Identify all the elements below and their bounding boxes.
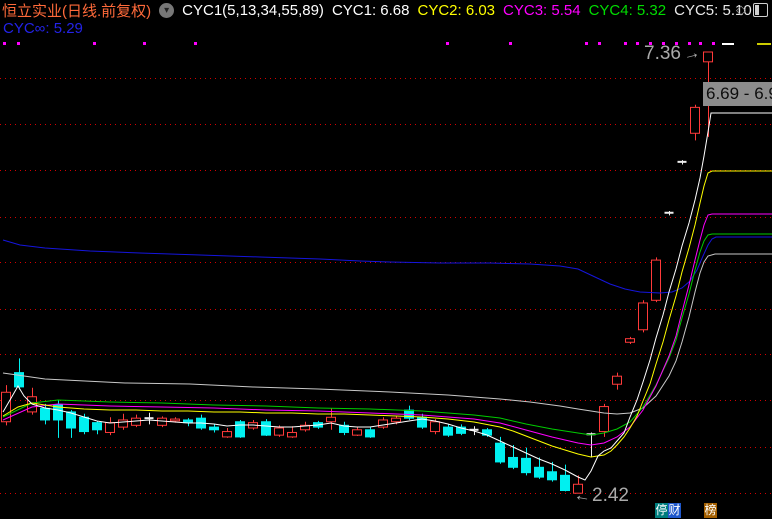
candle-up: [119, 420, 128, 427]
badge-cai[interactable]: 财: [668, 503, 681, 518]
signal-dot: [636, 42, 639, 45]
candle-up: [704, 52, 713, 62]
candlestick-chart[interactable]: [0, 0, 772, 519]
signal-dot: [143, 42, 146, 45]
candle-up: [626, 339, 635, 343]
signal-dot: [585, 42, 588, 45]
chevron-down-icon[interactable]: ▾: [159, 3, 174, 18]
signal-dot: [712, 42, 715, 45]
signal-dot: [17, 42, 20, 45]
high-price-label: 7.36: [644, 43, 681, 64]
signal-dot: [93, 42, 96, 45]
stock-chart-window: 恒立实业(日线.前复权) ▾ CYC1(5,13,34,55,89) CYC1:…: [0, 0, 772, 519]
candle-down: [444, 427, 453, 435]
candle-down: [496, 443, 505, 462]
candle-up: [353, 430, 362, 435]
candle-up: [171, 419, 180, 421]
candle-up: [613, 376, 622, 384]
indicator-formula-label[interactable]: CYC1(5,13,34,55,89): [182, 2, 324, 19]
signal-dot: [598, 42, 601, 45]
signal-dot: [624, 42, 627, 45]
signal-dot: [194, 42, 197, 45]
indicator-header-row1: 恒立实业(日线.前复权) ▾ CYC1(5,13,34,55,89) CYC1:…: [2, 1, 760, 19]
cyc3-value: CYC3: 5.54: [503, 2, 581, 19]
candle-down: [80, 417, 89, 431]
candle-up: [106, 423, 115, 433]
candle-down: [561, 475, 570, 490]
split-pane-icon[interactable]: [753, 3, 768, 17]
candle-up: [431, 422, 440, 432]
candle-down: [41, 408, 50, 420]
high-price-annotation: 7.36→: [644, 43, 700, 65]
arrow-left-icon: ←: [572, 485, 592, 508]
header-icons: ◇: [736, 2, 768, 18]
candle-up: [275, 428, 284, 435]
candle-down: [366, 430, 375, 437]
cyc1-value: CYC1: 6.68: [332, 2, 410, 19]
candle-up: [392, 418, 401, 422]
indicator-header: 恒立实业(日线.前复权) ▾ CYC1(5,13,34,55,89) CYC1:…: [0, 0, 772, 38]
low-price-label: 2.42: [592, 485, 629, 506]
candle-down: [93, 423, 102, 430]
candle-up: [639, 303, 648, 330]
badge-bang[interactable]: 榜: [704, 503, 717, 518]
signal-dot: [446, 42, 449, 45]
candle-up: [652, 260, 661, 300]
badge-ting[interactable]: 停: [655, 503, 668, 518]
price-range-tooltip: 6.69 - 6.9: [703, 82, 772, 106]
candle-up: [600, 407, 609, 432]
candle-down: [236, 422, 245, 437]
stock-title: 恒立实业(日线.前复权): [2, 0, 151, 21]
cyc2-value: CYC2: 6.03: [417, 2, 495, 19]
candle-down: [548, 472, 557, 480]
candle-down: [509, 457, 518, 467]
candle-up: [223, 432, 232, 437]
candle-down: [535, 467, 544, 477]
cyc-inf-value: CYC∞: 5.29: [3, 20, 83, 37]
candle-up: [288, 432, 297, 436]
low-price-annotation: ←2.42: [574, 485, 629, 507]
signal-dot: [509, 42, 512, 45]
diamond-icon[interactable]: ◇: [736, 2, 746, 18]
candle-down: [262, 422, 271, 435]
candle-up: [379, 420, 388, 427]
signal-dot: [3, 42, 6, 45]
candle-down: [522, 458, 531, 472]
candle-up: [691, 107, 700, 133]
candle-down: [184, 420, 193, 423]
candle-up: [327, 417, 336, 421]
arrow-right-icon: →: [681, 42, 702, 66]
cyc4-value: CYC4: 5.32: [589, 2, 667, 19]
candle-down: [210, 427, 219, 430]
